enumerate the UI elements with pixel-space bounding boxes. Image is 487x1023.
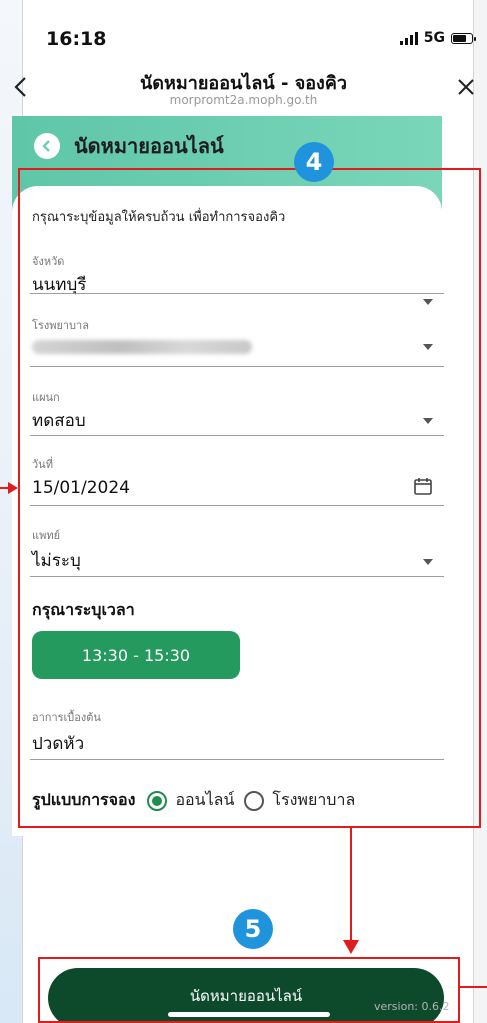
status-time: 16:18 [46, 28, 107, 50]
annotation-box-form [18, 168, 481, 828]
banner-back-button[interactable] [34, 133, 60, 159]
annotation-arrow-line [350, 828, 352, 944]
page-url: morpromt2a.moph.go.th [169, 93, 318, 107]
annotation-arrowhead [343, 940, 359, 954]
back-icon[interactable] [8, 70, 34, 104]
banner-title: นัดหมายออนไลน์ [74, 134, 224, 158]
signal-icon [399, 31, 418, 45]
chevron-left-icon [42, 140, 50, 152]
step-badge-5: 5 [233, 909, 273, 949]
step-badge-4: 4 [294, 142, 334, 182]
network-type: 5G [423, 30, 445, 46]
annotation-left-arrowhead [8, 482, 18, 494]
status-indicators: 5G [399, 30, 476, 46]
annotation-box-submit [38, 957, 460, 1023]
close-icon[interactable] [453, 72, 479, 102]
annotation-right-line [460, 986, 487, 988]
battery-icon [451, 32, 476, 44]
